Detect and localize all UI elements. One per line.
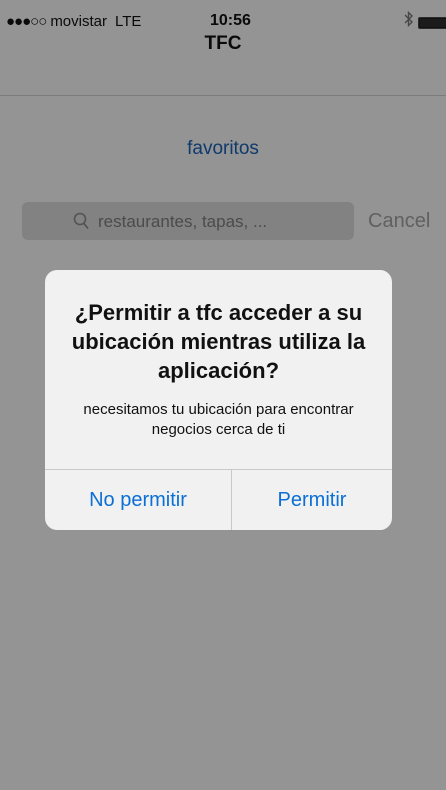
location-permission-alert: ¿Permitir a tfc acceder a su ubicación m…	[45, 270, 392, 530]
deny-location-button[interactable]: No permitir	[45, 470, 231, 530]
alert-message: necesitamos tu ubicación para encontrar …	[83, 401, 354, 438]
allow-location-button[interactable]: Permitir	[232, 470, 392, 530]
alert-title: ¿Permitir a tfc acceder a su ubicación m…	[71, 300, 366, 383]
